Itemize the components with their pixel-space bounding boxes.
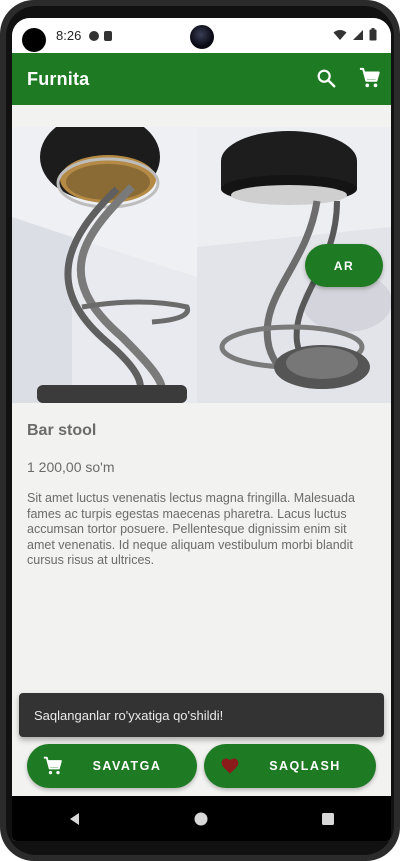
camera-cutout-left bbox=[22, 28, 46, 52]
app-title: Furnita bbox=[27, 68, 90, 89]
search-icon[interactable] bbox=[315, 67, 337, 89]
product-description: Sit amet luctus venenatis lectus magna f… bbox=[27, 491, 355, 567]
product-name: Bar stool bbox=[27, 422, 97, 439]
recents-nav-icon[interactable] bbox=[321, 812, 335, 826]
shopping-cart-icon[interactable] bbox=[359, 67, 381, 89]
status-time: 8:26 bbox=[56, 28, 82, 43]
wifi-icon bbox=[333, 29, 347, 40]
cellular-signal-icon bbox=[353, 29, 363, 40]
product-photo-front bbox=[12, 127, 197, 403]
heart-icon bbox=[221, 758, 239, 774]
snackbar-message: Saqlanganlar ro'yxatiga qo'shildi! bbox=[34, 707, 224, 723]
sync-icon bbox=[89, 30, 100, 41]
snackbar: Saqlanganlar ro'yxatiga qo'shildi! bbox=[19, 693, 384, 737]
home-nav-icon[interactable] bbox=[194, 812, 208, 826]
notification-icons bbox=[89, 30, 113, 41]
front-camera bbox=[190, 25, 214, 49]
sd-card-icon bbox=[104, 30, 113, 41]
battery-icon bbox=[369, 28, 377, 41]
save-favorite-button[interactable]: SAQLASH bbox=[204, 744, 376, 788]
system-navigation-bar bbox=[12, 796, 391, 841]
app-bar-actions bbox=[315, 67, 381, 89]
shopping-cart-icon bbox=[43, 756, 62, 775]
add-to-cart-button[interactable]: SAVATGA bbox=[27, 744, 197, 788]
app-bar: Furnita bbox=[12, 53, 391, 105]
status-indicators bbox=[333, 28, 377, 41]
back-nav-icon[interactable] bbox=[68, 812, 82, 826]
app-screen: 8:26 Furnita AR Bar stool 1 200,00 so'm … bbox=[12, 18, 391, 841]
product-price: 1 200,00 so'm bbox=[27, 459, 115, 475]
ar-view-button[interactable]: AR bbox=[305, 244, 383, 287]
